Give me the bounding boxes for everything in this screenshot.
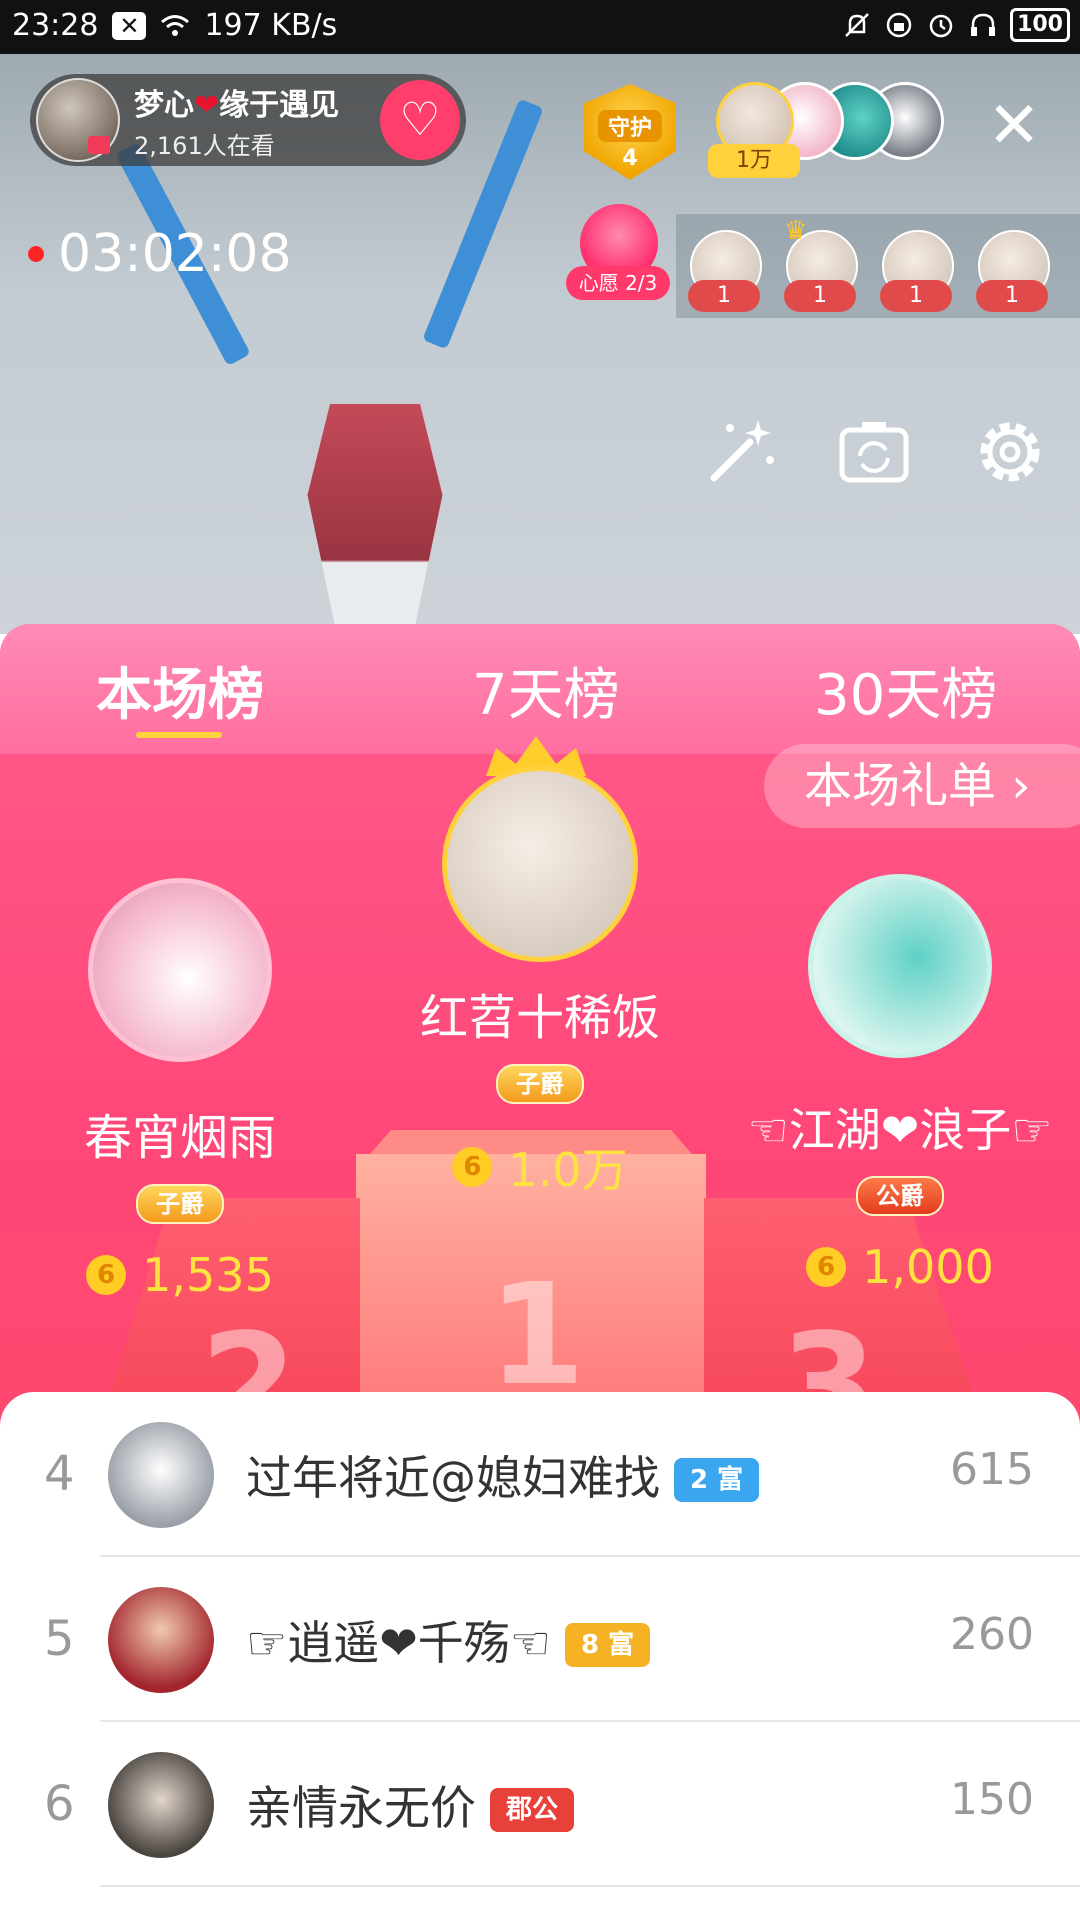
second-name: 春宵烟雨 [83, 1110, 276, 1166]
coin-icon: 6 [452, 1147, 493, 1187]
third-score: 6 1,000 [720, 1240, 1080, 1294]
lock-rotation-icon [886, 12, 912, 38]
second-score: 6 1,535 [30, 1248, 330, 1302]
list-name: 过年将近@媳妇难找 2 富 [246, 1442, 760, 1508]
ranking-count: 1 [880, 280, 952, 312]
network-speed: 197 KB/s [204, 8, 338, 43]
first-score: 6 1.0万 [340, 1134, 740, 1200]
alarm-icon [929, 14, 953, 38]
list-rank: 6 [44, 1776, 75, 1832]
first-avatar[interactable] [442, 766, 638, 962]
anchor-info-pill[interactable]: 梦心❤缘于遇见 2,161人在看 ♡ [30, 74, 466, 166]
coin-icon: 6 [806, 1247, 847, 1287]
heart-icon: ❤ [194, 87, 220, 123]
mini-ranking-strip[interactable]: 1 ♛ 1 1 1 [676, 214, 1080, 318]
level-badge: 郡公 [490, 1788, 575, 1832]
avatar[interactable] [108, 1422, 214, 1528]
top-user-second[interactable]: 春宵烟雨 子爵 6 1,535 [30, 878, 330, 1302]
tab-7-days[interactable]: 7天榜 [472, 650, 620, 731]
tab-this-session[interactable]: 本场榜 [96, 650, 264, 731]
rank-list: 4 过年将近@媳妇难找 2 富 615 5 ☞逍遥❤千殇☜ 8 富 260 6 亲情… [0, 1392, 1080, 1932]
camera-flip-icon[interactable] [834, 412, 914, 492]
follow-heart-icon: ♡ [399, 92, 441, 146]
crown-icon: ♛ [784, 216, 808, 246]
list-item[interactable]: 5 ☞逍遥❤千殇☜ 8 富 260 [0, 1557, 1080, 1722]
tab-30-days[interactable]: 30天榜 [814, 650, 997, 731]
bell-off-icon [845, 13, 869, 37]
live-timer: 03:02:08 [28, 224, 292, 284]
avatar[interactable] [108, 1752, 214, 1858]
list-rank: 5 [44, 1611, 75, 1667]
third-avatar[interactable] [808, 874, 992, 1058]
first-name: 红苕十稀饭 [419, 990, 660, 1046]
active-tab-indicator [136, 732, 222, 738]
level-badge: 2 富 [674, 1458, 760, 1502]
list-score: 260 [950, 1609, 1034, 1660]
guard-count: 4 [622, 146, 638, 171]
status-bar: 23:28 ✕ 197 KB/s 100 [0, 0, 1080, 54]
ranking-count: 1 [976, 280, 1048, 312]
recording-dot-icon [28, 246, 44, 262]
wish-label: 心愿 2/3 [566, 266, 670, 300]
top-user-third[interactable]: ☜江湖❤浪子☞ 公爵 6 1,000 [720, 874, 1080, 1294]
live-badge-icon [88, 136, 110, 154]
anchor-name: 梦心❤缘于遇见 [134, 87, 340, 123]
second-rank-badge: 子爵 [136, 1184, 224, 1224]
ranking-count: 1 [688, 280, 760, 312]
leaderboard-tabs: 本场榜 7天榜 30天榜 [0, 624, 1080, 754]
live-video-area[interactable]: 梦心❤缘于遇见 2,161人在看 ♡ 守护 4 1万 ✕ 03:02:08 心愿… [0, 54, 1080, 634]
magic-wand-icon[interactable] [700, 412, 780, 492]
notification-x-icon: ✕ [112, 11, 147, 40]
coin-icon: 6 [86, 1255, 127, 1295]
list-name: 亲情永无价 郡公 [246, 1772, 575, 1838]
guard-label: 守护 [598, 110, 662, 142]
timer-value: 03:02:08 [58, 224, 292, 284]
anchor-avatar[interactable] [36, 78, 120, 162]
list-score: 615 [950, 1444, 1034, 1495]
status-time: 23:28 [12, 8, 99, 43]
wifi-icon [161, 14, 190, 36]
list-name: ☞逍遥❤千殇☜ 8 富 [246, 1607, 651, 1673]
headphones-icon [971, 13, 996, 36]
list-rank: 4 [44, 1446, 75, 1502]
second-avatar[interactable] [88, 878, 272, 1062]
third-name: ☜江湖❤浪子☞ [747, 1103, 1053, 1157]
list-score: 150 [950, 1774, 1034, 1825]
top-viewers-avatars[interactable]: 1万 [708, 82, 956, 182]
level-badge: 8 富 [565, 1623, 651, 1667]
gift-list-button[interactable]: 本场礼单 › [764, 744, 1080, 828]
third-rank-badge: 公爵 [856, 1176, 944, 1216]
avatar[interactable] [108, 1587, 214, 1693]
battery-indicator: 100 [1010, 8, 1070, 42]
deer-head-decoration [307, 404, 443, 634]
guard-badge[interactable]: 守护 4 [584, 84, 676, 180]
divider [100, 1885, 1080, 1887]
list-item[interactable]: 4 过年将近@媳妇难找 2 富 615 [0, 1392, 1080, 1557]
settings-gear-icon[interactable] [970, 412, 1050, 492]
viewer-count: 2,161人在看 [134, 131, 275, 160]
ranking-count: 1 [784, 280, 856, 312]
wish-widget[interactable]: 心愿 2/3 [566, 204, 670, 314]
close-icon[interactable]: ✕ [984, 94, 1044, 158]
top-user-first[interactable]: 红苕十稀饭 子爵 6 1.0万 [340, 766, 740, 1200]
list-item[interactable]: 6 亲情永无价 郡公 150 [0, 1722, 1080, 1887]
first-rank-badge: 子爵 [496, 1064, 584, 1104]
top-viewer-contribution: 1万 [708, 144, 800, 178]
follow-heart-button[interactable]: ♡ [380, 80, 460, 160]
